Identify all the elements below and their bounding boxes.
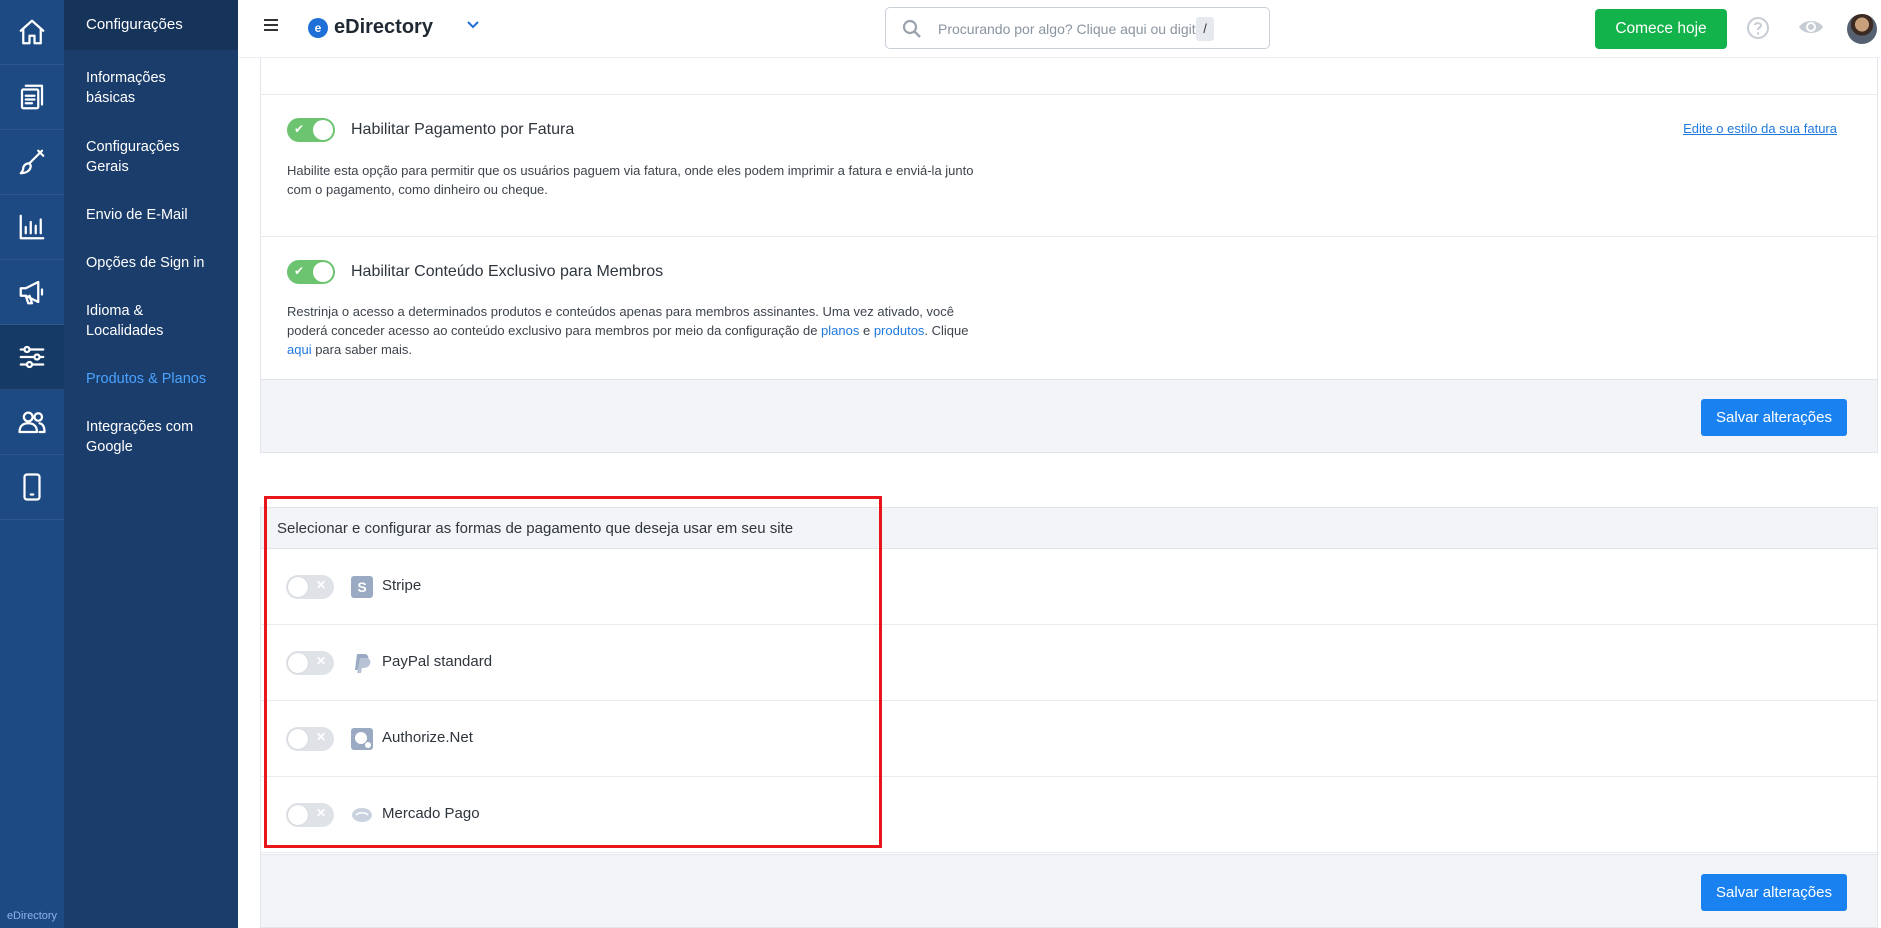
reports-chart-icon bbox=[19, 214, 45, 240]
settings-sliders-icon bbox=[19, 345, 45, 369]
content-icon bbox=[20, 84, 44, 110]
users-icon bbox=[18, 411, 46, 434]
paypal-icon bbox=[355, 654, 371, 673]
description-text: . Clique bbox=[924, 323, 969, 338]
payment-method-row-stripe: ✕ S Stripe bbox=[261, 549, 1877, 625]
submenu-item-products-plans[interactable]: Produtos & Planos bbox=[64, 369, 238, 389]
description-text: para saber mais. bbox=[311, 342, 413, 357]
plans-link[interactable]: planos bbox=[821, 323, 859, 338]
rail-item-settings[interactable] bbox=[0, 325, 64, 390]
products-link[interactable]: produtos bbox=[874, 323, 925, 338]
submenu-item-language[interactable]: Idioma & Localidades bbox=[64, 301, 238, 341]
learn-more-here-link[interactable]: aqui bbox=[287, 342, 312, 357]
submenu-item-general-settings[interactable]: Configurações Gerais bbox=[64, 137, 238, 177]
authorize-net-icon bbox=[351, 728, 373, 750]
rail-item-home[interactable] bbox=[0, 0, 64, 65]
invoice-payment-toggle[interactable]: ✔ bbox=[287, 118, 335, 142]
stripe-label: Stripe bbox=[382, 577, 422, 594]
x-icon: ✕ bbox=[315, 806, 326, 820]
start-today-button[interactable]: Comece hoje bbox=[1595, 9, 1727, 49]
search-box[interactable]: Procurando por algo? Clique aqui ou digi… bbox=[885, 7, 1270, 49]
check-icon: ✔ bbox=[294, 122, 305, 136]
members-content-description: Restrinja o acesso a determinados produt… bbox=[287, 302, 977, 359]
save-settings-button[interactable]: Salvar alterações bbox=[1701, 399, 1847, 436]
mercado-pago-toggle[interactable]: ✕ bbox=[286, 803, 334, 827]
search-input[interactable]: Procurando por algo? Clique aqui ou digi… bbox=[938, 21, 1203, 37]
chevron-down-icon[interactable] bbox=[466, 18, 480, 32]
settings-panel-footer: Salvar alterações bbox=[261, 379, 1877, 452]
logo-text[interactable]: eDirectory bbox=[334, 16, 433, 39]
payment-method-row-mercado-pago: ✕ Mercado Pago bbox=[261, 777, 1877, 853]
invoice-payment-title: Habilitar Pagamento por Fatura bbox=[351, 121, 575, 138]
eye-icon[interactable] bbox=[1797, 16, 1825, 38]
submenu-title: Configurações bbox=[64, 0, 238, 50]
x-icon: ✕ bbox=[315, 578, 326, 592]
check-icon: ✔ bbox=[294, 264, 305, 278]
x-icon: ✕ bbox=[315, 654, 326, 668]
payment-methods-heading: Selecionar e configurar as formas de pag… bbox=[277, 520, 794, 537]
rail-item-promote[interactable] bbox=[0, 260, 64, 325]
rail-item-content[interactable] bbox=[0, 65, 64, 130]
search-icon bbox=[902, 19, 921, 38]
invoice-payment-description: Habilite esta opção para permitir que os… bbox=[287, 163, 974, 197]
settings-panel: ✔ Habilitar Pagamento por Fatura Edite o… bbox=[260, 58, 1878, 453]
submenu-item-basic-info[interactable]: Informações básicas bbox=[64, 68, 238, 108]
rail-item-design[interactable] bbox=[0, 130, 64, 195]
payment-methods-footer: Salvar alterações bbox=[261, 854, 1877, 927]
stripe-toggle[interactable]: ✕ bbox=[286, 575, 334, 599]
payment-method-row-authorize-net: ✕ Authorize.Net bbox=[261, 701, 1877, 777]
icon-rail: eDirectory bbox=[0, 0, 64, 928]
rail-item-users[interactable] bbox=[0, 390, 64, 455]
payment-methods-panel: Selecionar e configurar as formas de pag… bbox=[260, 507, 1878, 928]
settings-submenu: Configurações Informações básicas Config… bbox=[64, 0, 238, 928]
help-icon[interactable] bbox=[1746, 16, 1770, 40]
svg-text:S: S bbox=[357, 579, 366, 595]
payment-method-row-paypal: ✕ PayPal standard bbox=[261, 625, 1877, 701]
payment-methods-header: Selecionar e configurar as formas de pag… bbox=[261, 508, 1877, 549]
promote-megaphone-icon bbox=[19, 280, 44, 305]
members-content-title: Habilitar Conteúdo Exclusivo para Membro… bbox=[351, 263, 664, 280]
home-icon bbox=[19, 19, 45, 45]
paypal-label: PayPal standard bbox=[382, 653, 493, 670]
save-payment-methods-button[interactable]: Salvar alterações bbox=[1701, 874, 1847, 911]
rail-item-mobile[interactable] bbox=[0, 455, 64, 520]
authorize-net-label: Authorize.Net bbox=[382, 729, 473, 746]
rail-footer-brand: eDirectory bbox=[6, 910, 58, 922]
paypal-toggle[interactable]: ✕ bbox=[286, 651, 334, 675]
logo-badge: e bbox=[308, 18, 328, 38]
rail-item-reports[interactable] bbox=[0, 195, 64, 260]
x-icon: ✕ bbox=[315, 730, 326, 744]
divider bbox=[261, 236, 1877, 237]
mobile-icon bbox=[23, 473, 41, 501]
divider bbox=[261, 94, 1877, 95]
submenu-item-google[interactable]: Integrações com Google bbox=[64, 417, 238, 457]
authorize-net-toggle[interactable]: ✕ bbox=[286, 727, 334, 751]
submenu-item-email[interactable]: Envio de E-Mail bbox=[64, 205, 238, 225]
members-content-toggle[interactable]: ✔ bbox=[287, 260, 335, 284]
edit-invoice-style-link[interactable]: Edite o estilo da sua fatura bbox=[1683, 121, 1837, 136]
hamburger-menu-icon[interactable] bbox=[264, 19, 278, 33]
top-bar: e eDirectory Procurando por algo? Clique… bbox=[238, 0, 1881, 58]
avatar[interactable] bbox=[1847, 14, 1877, 44]
search-shortcut-key: / bbox=[1196, 17, 1214, 41]
mercado-pago-label: Mercado Pago bbox=[382, 805, 480, 822]
submenu-item-sign-in[interactable]: Opções de Sign in bbox=[64, 253, 238, 273]
mercado-pago-icon bbox=[352, 808, 372, 822]
design-brush-icon bbox=[19, 149, 45, 175]
stripe-icon: S bbox=[351, 576, 373, 598]
description-text: e bbox=[859, 323, 874, 338]
